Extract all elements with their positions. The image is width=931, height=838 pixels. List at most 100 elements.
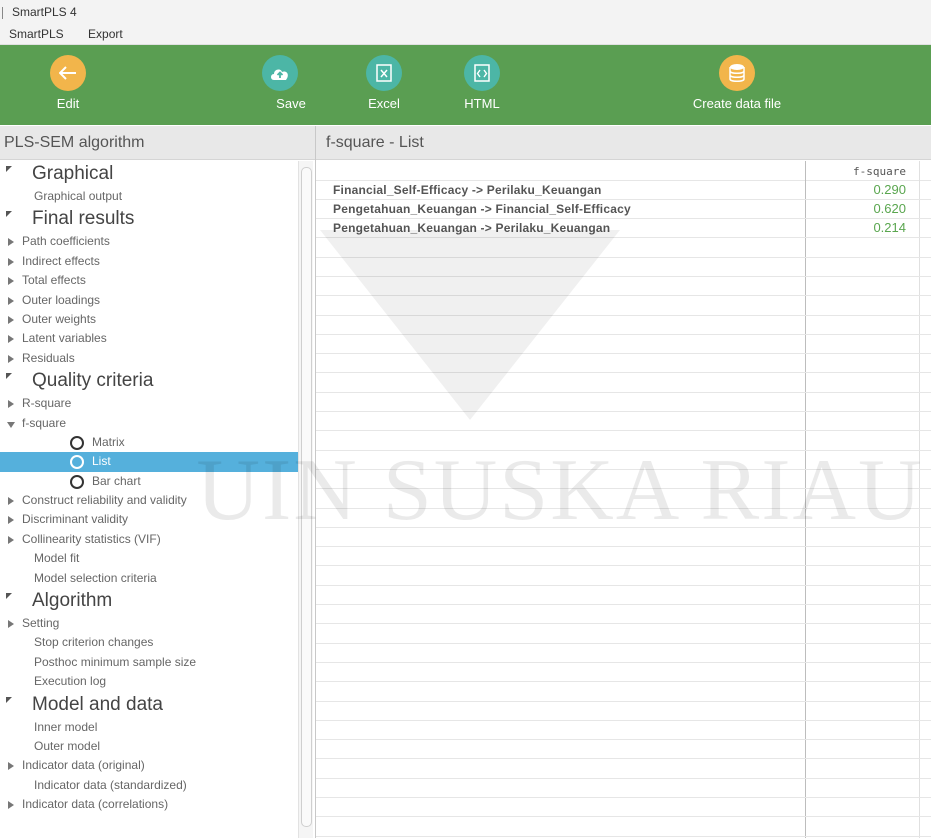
tree-category-final-results[interactable]: Final results	[0, 206, 298, 232]
tree-category-model-and-data[interactable]: Model and data	[0, 692, 298, 718]
tree-item-latent-variables[interactable]: Latent variables	[0, 329, 298, 348]
row-label: Pengetahuan_Keuangan -> Perilaku_Keuanga…	[333, 221, 611, 236]
tree-category-algorithm[interactable]: Algorithm	[0, 588, 298, 614]
save-button[interactable]: Save	[240, 55, 320, 111]
tree-item-label: Indicator data (correlations)	[22, 797, 169, 812]
tree-item-graphical-output[interactable]: Graphical output	[0, 187, 298, 206]
table-row	[316, 374, 931, 393]
tree-item-f-square[interactable]: f-square	[0, 414, 298, 433]
menu-smartpls[interactable]: SmartPLS	[9, 27, 64, 41]
tree-item-list[interactable]: List	[0, 452, 298, 472]
tree-item-label: Posthoc minimum sample size	[34, 654, 197, 669]
table-row[interactable]: Pengetahuan_Keuangan -> Financial_Self-E…	[316, 200, 931, 220]
collapse-corner-icon	[6, 211, 12, 218]
create-data-file-button[interactable]: Create data file	[672, 55, 802, 111]
right-panel-title: f-square - List	[316, 126, 931, 160]
expand-arrow-icon[interactable]	[8, 354, 14, 363]
html-button[interactable]: HTML	[442, 55, 522, 111]
expand-arrow-icon[interactable]	[8, 400, 14, 409]
tree-item-posthoc-minimum-sample-size[interactable]: Posthoc minimum sample size	[0, 653, 298, 672]
f-square-value: 0.214	[873, 220, 906, 236]
expand-arrow-icon[interactable]	[8, 516, 14, 525]
table-row[interactable]: Financial_Self-Efficacy -> Perilaku_Keua…	[316, 181, 931, 200]
tree-item-discriminant-validity[interactable]: Discriminant validity	[0, 510, 298, 529]
tree-item-collinearity-statistics-vif[interactable]: Collinearity statistics (VIF)	[0, 530, 298, 549]
expand-arrow-icon[interactable]	[8, 620, 14, 629]
tree-item-stop-criterion-changes[interactable]: Stop criterion changes	[0, 633, 298, 652]
expand-arrow-icon[interactable]	[8, 257, 14, 266]
expand-arrow-icon[interactable]	[8, 335, 14, 344]
table-row	[316, 702, 931, 721]
table-row	[316, 644, 931, 663]
tree-item-construct-reliability-and-validity[interactable]: Construct reliability and validity	[0, 491, 298, 510]
row-label: Financial_Self-Efficacy -> Perilaku_Keua…	[333, 182, 602, 197]
tree-item-outer-model[interactable]: Outer model	[0, 737, 298, 756]
table-row	[316, 258, 931, 277]
expand-arrow-icon[interactable]	[8, 535, 14, 544]
excel-button[interactable]: Excel	[344, 55, 424, 111]
tree-item-label: f-square	[22, 415, 67, 430]
expand-arrow-icon[interactable]	[8, 762, 14, 771]
tree-item-label: Latent variables	[22, 331, 107, 346]
column-header-f-square[interactable]: f-square	[806, 165, 906, 178]
expand-arrow-icon[interactable]	[8, 315, 14, 324]
tree-item-label: Graphical output	[34, 189, 123, 203]
tree-item-label: Path coefficients	[22, 234, 110, 249]
tree-item-bar-chart[interactable]: Bar chart	[0, 472, 298, 491]
tree-item-label: Algorithm	[32, 590, 113, 612]
expand-arrow-icon[interactable]	[8, 497, 14, 506]
result-tree: Graphical Graphical output Final results Pa…	[0, 161, 298, 838]
tree-item-label: Indirect effects	[22, 253, 100, 268]
expand-arrow-icon[interactable]	[8, 238, 14, 247]
tree-category-quality-criteria[interactable]: Quality criteria	[0, 368, 298, 394]
menu-export[interactable]: Export	[88, 27, 123, 41]
table-row	[316, 528, 931, 548]
tree-item-indirect-effects[interactable]: Indirect effects	[0, 252, 298, 271]
menu-bar: SmartPLS Export	[0, 24, 931, 45]
table-row	[316, 817, 931, 837]
table-row	[316, 586, 931, 606]
tree-item-model-fit[interactable]: Model fit	[0, 549, 298, 568]
tree-item-matrix[interactable]: Matrix	[0, 433, 298, 452]
table-row	[316, 740, 931, 760]
table-row	[316, 721, 931, 741]
tree-item-path-coefficients[interactable]: Path coefficients	[0, 232, 298, 251]
table-row	[316, 605, 931, 625]
tree-item-label: Model selection criteria	[34, 570, 157, 585]
tree-item-r-square[interactable]: R-square	[0, 394, 298, 413]
tree-category-graphical[interactable]: Graphical	[0, 161, 298, 187]
tree-item-outer-weights[interactable]: Outer weights	[0, 310, 298, 329]
edit-button[interactable]: Edit	[28, 55, 108, 111]
back-arrow-icon	[50, 55, 86, 91]
radio-circle-icon	[70, 455, 84, 470]
expand-arrow-icon[interactable]	[8, 277, 14, 286]
collapse-arrow-icon[interactable]	[7, 421, 15, 428]
results-table: f-square Financial_Self-Efficacy -> Peri…	[316, 161, 931, 838]
tree-item-label: Discriminant validity	[22, 512, 129, 527]
tree-item-model-selection-criteria[interactable]: Model selection criteria	[0, 569, 298, 588]
table-row	[316, 277, 931, 297]
table-row[interactable]: Pengetahuan_Keuangan -> Perilaku_Keuanga…	[316, 219, 931, 239]
tree-item-indicator-data-standardized[interactable]: Indicator data (standardized)	[0, 776, 298, 795]
tree-item-total-effects[interactable]: Total effects	[0, 271, 298, 290]
tree-item-label: Construct reliability and validity	[22, 493, 187, 508]
expand-arrow-icon[interactable]	[8, 296, 14, 305]
tree-item-inner-model[interactable]: Inner model	[0, 718, 298, 737]
table-row	[316, 567, 931, 586]
expand-arrow-icon[interactable]	[8, 801, 14, 810]
tree-item-label: R-square	[22, 396, 72, 411]
tree-item-indicator-data-original[interactable]: Indicator data (original)	[0, 756, 298, 775]
f-square-value: 0.620	[873, 200, 906, 216]
tree-item-execution-log[interactable]: Execution log	[0, 672, 298, 691]
tree-item-label: Indicator data (standardized)	[34, 777, 187, 792]
tree-item-residuals[interactable]: Residuals	[0, 349, 298, 368]
title-bar: SmartPLS 4	[0, 0, 931, 24]
tree-scrollbar[interactable]	[298, 161, 313, 838]
row-label: Pengetahuan_Keuangan -> Financial_Self-E…	[333, 201, 631, 216]
tree-item-indicator-data-correlations[interactable]: Indicator data (correlations)	[0, 795, 298, 814]
tree-item-label: Bar chart	[92, 473, 141, 488]
scrollbar-thumb[interactable]	[301, 167, 312, 827]
tree-item-setting[interactable]: Setting	[0, 614, 298, 633]
tree-item-label: Indicator data (original)	[22, 758, 145, 773]
tree-item-outer-loadings[interactable]: Outer loadings	[0, 291, 298, 310]
